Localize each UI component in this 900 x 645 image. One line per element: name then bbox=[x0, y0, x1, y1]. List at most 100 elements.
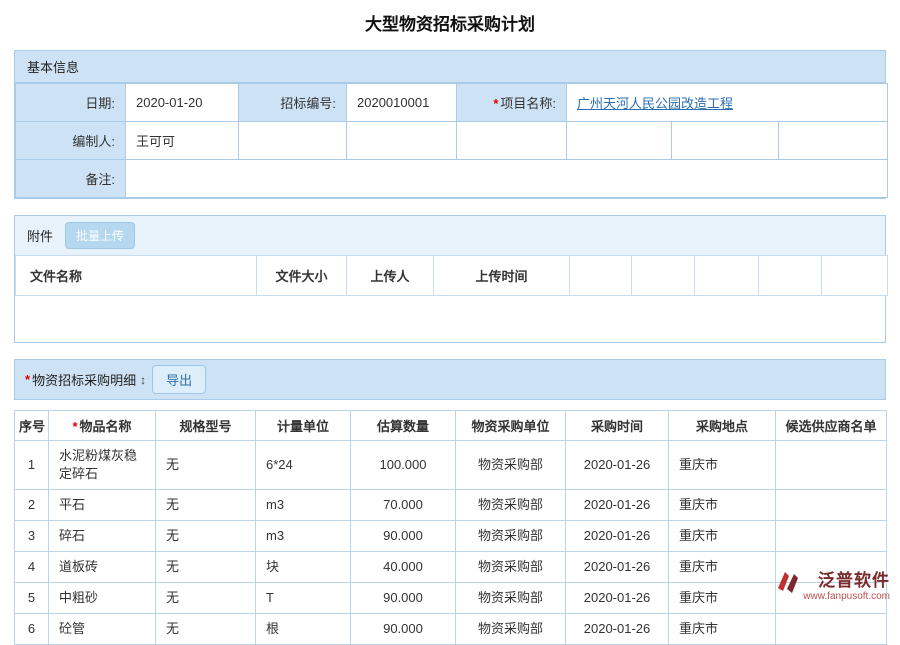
row-no: 3 bbox=[15, 521, 49, 552]
project-name-cell: 广州天河人民公园改造工程 bbox=[567, 84, 888, 122]
item-dept: 物资采购部 bbox=[456, 614, 566, 645]
item-spec: 无 bbox=[156, 441, 256, 490]
item-place: 重庆市 bbox=[669, 552, 776, 583]
no-header: 序号 bbox=[15, 411, 49, 441]
empty-cell bbox=[239, 122, 347, 160]
item-unit: m3 bbox=[256, 490, 351, 521]
qty-header: 估算数量 bbox=[351, 411, 456, 441]
bid-no-label: 招标编号: bbox=[239, 84, 347, 122]
item-name: 碎石 bbox=[49, 521, 156, 552]
item-place: 重庆市 bbox=[669, 490, 776, 521]
basic-info-header: 基本信息 bbox=[15, 51, 885, 83]
item-unit: 6*24 bbox=[256, 441, 351, 490]
place-header: 采购地点 bbox=[669, 411, 776, 441]
required-marker: * bbox=[72, 419, 77, 434]
empty-header-cell bbox=[759, 256, 822, 296]
spec-header: 规格型号 bbox=[156, 411, 256, 441]
empty-header-cell bbox=[822, 256, 888, 296]
detail-toolbar: * 物资招标采购明细 ↕ 导出 bbox=[14, 359, 886, 400]
item-dept: 物资采购部 bbox=[456, 521, 566, 552]
item-place: 重庆市 bbox=[669, 521, 776, 552]
time-header: 采购时间 bbox=[566, 411, 669, 441]
bid-no-value: 2020010001 bbox=[347, 84, 457, 122]
item-name: 平石 bbox=[49, 490, 156, 521]
vendor-logo: 泛普软件 www.fanpusoft.com bbox=[775, 566, 890, 602]
file-name-header: 文件名称 bbox=[16, 256, 257, 296]
item-suppliers bbox=[776, 521, 887, 552]
table-row: 6 砼管 无 根 90.000 物资采购部 2020-01-26 重庆市 bbox=[15, 614, 887, 645]
export-button[interactable]: 导出 bbox=[152, 365, 206, 394]
item-place: 重庆市 bbox=[669, 583, 776, 614]
item-qty: 90.000 bbox=[351, 614, 456, 645]
item-time: 2020-01-26 bbox=[566, 490, 669, 521]
sort-icon[interactable]: ↕ bbox=[140, 373, 146, 387]
batch-upload-button[interactable]: 批量上传 bbox=[65, 222, 135, 249]
item-spec: 无 bbox=[156, 614, 256, 645]
basic-info-row-1: 日期: 2020-01-20 招标编号: 2020010001 *项目名称: 广… bbox=[16, 84, 888, 122]
remark-label: 备注: bbox=[16, 160, 126, 198]
item-suppliers bbox=[776, 441, 887, 490]
item-unit: 根 bbox=[256, 614, 351, 645]
attachments-empty-area bbox=[15, 296, 885, 342]
item-qty: 90.000 bbox=[351, 521, 456, 552]
item-qty: 40.000 bbox=[351, 552, 456, 583]
item-place: 重庆市 bbox=[669, 441, 776, 490]
detail-section-title: 物资招标采购明细 bbox=[32, 370, 136, 389]
item-qty: 100.000 bbox=[351, 441, 456, 490]
empty-header-cell bbox=[570, 256, 632, 296]
item-dept: 物资采购部 bbox=[456, 583, 566, 614]
basic-info-row-3: 备注: bbox=[16, 160, 888, 198]
item-spec: 无 bbox=[156, 521, 256, 552]
item-name-header: *物品名称 bbox=[49, 411, 156, 441]
project-name-link[interactable]: 广州天河人民公园改造工程 bbox=[577, 96, 733, 111]
item-dept: 物资采购部 bbox=[456, 552, 566, 583]
empty-cell bbox=[347, 122, 457, 160]
item-unit: m3 bbox=[256, 521, 351, 552]
uploader-header: 上传人 bbox=[347, 256, 434, 296]
item-name: 道板砖 bbox=[49, 552, 156, 583]
item-unit: T bbox=[256, 583, 351, 614]
table-row: 1 水泥粉煤灰稳定碎石 无 6*24 100.000 物资采购部 2020-01… bbox=[15, 441, 887, 490]
basic-info-table: 日期: 2020-01-20 招标编号: 2020010001 *项目名称: 广… bbox=[15, 83, 888, 198]
suppliers-header: 候选供应商名单 bbox=[776, 411, 887, 441]
attachments-table: 文件名称 文件大小 上传人 上传时间 bbox=[15, 255, 888, 296]
empty-cell bbox=[457, 122, 567, 160]
row-no: 2 bbox=[15, 490, 49, 521]
item-time: 2020-01-26 bbox=[566, 583, 669, 614]
empty-header-cell bbox=[695, 256, 759, 296]
item-suppliers bbox=[776, 490, 887, 521]
empty-header-cell bbox=[632, 256, 695, 296]
item-qty: 90.000 bbox=[351, 583, 456, 614]
project-name-label: *项目名称: bbox=[457, 84, 567, 122]
file-size-header: 文件大小 bbox=[257, 256, 347, 296]
date-value: 2020-01-20 bbox=[126, 84, 239, 122]
row-no: 5 bbox=[15, 583, 49, 614]
empty-cell bbox=[779, 122, 888, 160]
attachments-title: 附件 bbox=[27, 226, 53, 245]
row-no: 1 bbox=[15, 441, 49, 490]
empty-cell bbox=[672, 122, 779, 160]
item-time: 2020-01-26 bbox=[566, 614, 669, 645]
item-time: 2020-01-26 bbox=[566, 441, 669, 490]
item-spec: 无 bbox=[156, 490, 256, 521]
creator-value: 王可可 bbox=[126, 122, 239, 160]
item-qty: 70.000 bbox=[351, 490, 456, 521]
dept-header: 物资采购单位 bbox=[456, 411, 566, 441]
upload-time-header: 上传时间 bbox=[434, 256, 570, 296]
remark-value bbox=[126, 160, 888, 198]
page-title: 大型物资招标采购计划 bbox=[0, 10, 900, 35]
item-name: 砼管 bbox=[49, 614, 156, 645]
item-time: 2020-01-26 bbox=[566, 521, 669, 552]
item-name: 水泥粉煤灰稳定碎石 bbox=[49, 441, 156, 490]
unit-header: 计量单位 bbox=[256, 411, 351, 441]
required-marker: * bbox=[25, 372, 30, 387]
detail-table: 序号 *物品名称 规格型号 计量单位 估算数量 物资采购单位 采购时间 采购地点… bbox=[14, 410, 887, 645]
item-name-header-text: 物品名称 bbox=[80, 419, 132, 434]
vendor-name: 泛普软件 bbox=[818, 566, 890, 591]
vendor-logo-icon bbox=[775, 569, 799, 600]
attachments-section: 附件 批量上传 文件名称 文件大小 上传人 上传时间 bbox=[14, 215, 886, 343]
row-no: 6 bbox=[15, 614, 49, 645]
date-label: 日期: bbox=[16, 84, 126, 122]
row-no: 4 bbox=[15, 552, 49, 583]
table-row: 5 中粗砂 无 T 90.000 物资采购部 2020-01-26 重庆市 bbox=[15, 583, 887, 614]
